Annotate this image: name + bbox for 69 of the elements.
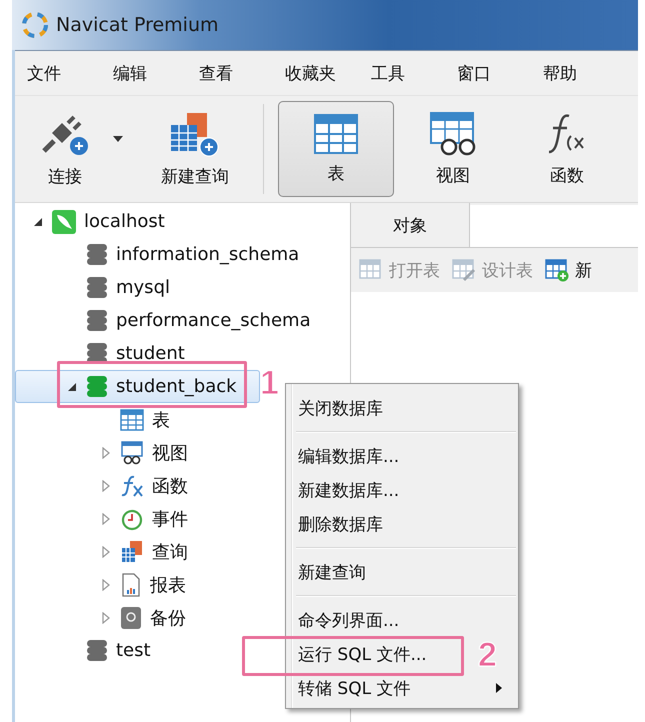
expand-icon[interactable] — [100, 578, 112, 590]
menu-item[interactable]: 新建查询 — [298, 560, 366, 584]
window-title: Navicat Premium — [56, 14, 219, 36]
database-icon — [86, 638, 108, 662]
menu-item[interactable]: 文件 — [27, 62, 113, 84]
toolbar-button[interactable]: 连接 — [25, 101, 105, 197]
caret-icon[interactable] — [113, 136, 123, 142]
menu-item[interactable]: 新建数据库... — [298, 478, 400, 502]
tree-item-label: 报表 — [150, 574, 186, 596]
tables-icon — [120, 540, 144, 564]
table-icon — [359, 258, 383, 282]
tree-item-label: 函数 — [152, 474, 188, 498]
tree-item[interactable]: localhost — [15, 205, 348, 238]
collapse-icon[interactable] — [32, 216, 44, 228]
tree-item-label: information_schema — [116, 244, 300, 265]
expand-icon[interactable] — [100, 446, 112, 458]
table-glasses-icon — [429, 112, 477, 156]
toolbar-button[interactable]: 视图 — [398, 101, 508, 197]
tree-item-label: 视图 — [152, 442, 188, 464]
table-glasses-icon — [120, 440, 144, 464]
database-icon — [86, 308, 108, 332]
menu-item[interactable]: 删除数据库 — [298, 512, 383, 536]
function-icon — [120, 474, 144, 498]
database-icon — [86, 276, 108, 300]
table-icon — [120, 408, 144, 430]
table-pencil-icon — [452, 258, 476, 282]
step-number: 2 — [478, 636, 497, 675]
menu-item[interactable]: 窗口 — [457, 62, 543, 84]
menu-item[interactable]: 编辑数据库... — [298, 444, 400, 468]
toolbar-button[interactable]: 表 — [278, 101, 394, 197]
expand-icon[interactable] — [100, 512, 112, 524]
report-icon — [120, 572, 142, 596]
app-logo-icon — [22, 12, 48, 38]
toolbar-button[interactable]: 新建查询 — [141, 101, 249, 197]
tree-item-label: performance_schema — [116, 310, 311, 331]
tree-item-label: test — [116, 640, 151, 661]
database-icon — [86, 242, 108, 266]
expand-icon[interactable] — [100, 612, 112, 624]
tree-item-label: mysql — [116, 277, 170, 298]
tree-item-label: 表 — [152, 408, 170, 432]
tree-item[interactable]: student_back — [15, 370, 260, 403]
collapse-icon[interactable] — [66, 380, 78, 392]
toolbar-button[interactable]: 新 — [545, 258, 596, 282]
menu-item[interactable]: 查看 — [199, 62, 285, 84]
table-icon — [314, 114, 358, 154]
menu-item[interactable]: 命令列界面... — [298, 608, 400, 632]
database-icon — [86, 374, 108, 398]
tree-item-label: 事件 — [152, 508, 188, 530]
menu-item[interactable]: 运行 SQL 文件... — [298, 642, 427, 666]
tree-item-label: student_back — [116, 376, 237, 397]
toolbar-button[interactable]: 函数 — [512, 101, 622, 197]
menu-item[interactable]: 工具 — [371, 62, 457, 84]
tree-item[interactable]: performance_schema — [15, 304, 348, 337]
tree-item-label: 备份 — [150, 606, 186, 630]
menu-item[interactable]: 编辑 — [113, 62, 199, 84]
expand-icon[interactable] — [100, 480, 112, 492]
menu-item[interactable]: 收藏夹 — [285, 62, 371, 84]
tree-item-label: localhost — [84, 211, 165, 232]
backup-icon — [120, 606, 142, 630]
tree-item-label: student — [116, 343, 185, 364]
menu-item[interactable]: 转储 SQL 文件 — [298, 676, 410, 700]
tree-item[interactable]: student — [15, 337, 348, 370]
expand-icon[interactable] — [100, 546, 112, 558]
table-plus-icon — [545, 258, 569, 282]
menu-item[interactable]: 帮助 — [543, 62, 629, 84]
menu-item[interactable]: 关闭数据库 — [298, 396, 383, 420]
tree-item[interactable]: information_schema — [15, 238, 348, 271]
tree-item-label: 查询 — [152, 540, 188, 564]
tree-item[interactable]: mysql — [15, 271, 348, 304]
